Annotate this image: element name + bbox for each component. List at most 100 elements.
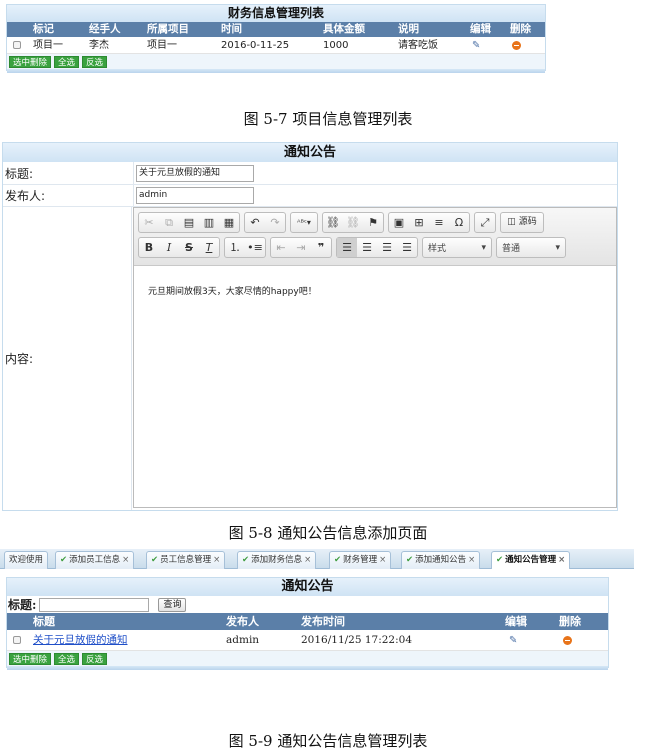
check-icon: ✔ bbox=[334, 555, 342, 565]
bulleted-list-icon[interactable]: •≡ bbox=[245, 238, 265, 257]
italic-icon[interactable]: I bbox=[159, 238, 179, 257]
blockquote-icon[interactable]: ❞ bbox=[311, 238, 331, 257]
cell-time: 2016-0-11-25 bbox=[221, 40, 290, 51]
title-input[interactable]: 关于元旦放假的通知 bbox=[136, 164, 254, 182]
row-checkbox[interactable] bbox=[13, 41, 21, 49]
col-delete: 删除 bbox=[510, 23, 531, 35]
tab-add-employee[interactable]: ✔ 添加员工信息 × bbox=[55, 551, 135, 569]
remove-format-icon[interactable]: T bbox=[199, 238, 219, 257]
spellcheck-icon[interactable]: ᴬᴮᶜ▾ bbox=[291, 213, 317, 232]
outdent-icon[interactable]: ⇤ bbox=[271, 238, 291, 257]
invert-selection-button[interactable]: 反选 bbox=[82, 56, 108, 68]
col-edit: 编辑 bbox=[470, 23, 491, 35]
figure-caption-5-7: 图 5-7 项目信息管理列表 bbox=[243, 110, 413, 128]
editor-toolbar: ✂ ⧉ ▤ ▥ ▦ ↶ ↷ ᴬᴮᶜ▾ ⛓ ⛓ ⚑ ▣ ⊞ ≡ Ω ⤢ ◫ 源码 … bbox=[134, 208, 616, 266]
col-time: 时间 bbox=[221, 23, 242, 35]
source-icon: ◫ bbox=[507, 217, 516, 227]
format-select[interactable]: 普通 ▾ bbox=[496, 237, 566, 258]
col-amount: 具体金额 bbox=[323, 23, 365, 35]
finance-list-panel: 财务信息管理列表 标记 经手人 所属项目 时间 具体金额 说明 编辑 删除 项目… bbox=[6, 4, 546, 73]
check-icon: ✔ bbox=[60, 555, 68, 565]
close-icon[interactable]: × bbox=[558, 555, 565, 565]
numbered-list-icon[interactable]: ⒈ bbox=[225, 238, 245, 257]
title-label: 标题: bbox=[3, 162, 134, 184]
action-bar: 选中删除 全选 反选 bbox=[7, 651, 608, 666]
notice-list-panel: 通知公告 标题: 查询 标题 发布人 发布时间 编辑 删除 关于元旦放假的通知 … bbox=[6, 577, 609, 670]
delete-circle-icon[interactable] bbox=[563, 635, 572, 645]
source-button[interactable]: ◫ 源码 bbox=[501, 213, 543, 232]
check-icon: ✔ bbox=[406, 555, 414, 565]
delete-selected-button[interactable]: 选中删除 bbox=[9, 56, 52, 68]
delete-selected-button[interactable]: 选中删除 bbox=[9, 653, 52, 665]
align-right-icon[interactable]: ☰ bbox=[377, 238, 397, 257]
tab-employee-manage[interactable]: ✔ 员工信息管理 × bbox=[146, 551, 226, 569]
panel-title: 财务信息管理列表 bbox=[7, 5, 545, 22]
search-input[interactable] bbox=[39, 597, 150, 612]
col-mark: 标记 bbox=[33, 23, 54, 35]
cell-note: 请客吃饭 bbox=[398, 40, 438, 51]
close-icon[interactable]: × bbox=[122, 555, 129, 565]
close-icon[interactable]: × bbox=[304, 555, 311, 565]
align-left-icon[interactable]: ☰ bbox=[337, 238, 357, 257]
link-icon[interactable]: ⛓ bbox=[323, 213, 343, 232]
tab-add-finance[interactable]: ✔ 添加财务信息 × bbox=[237, 551, 317, 569]
table-row: 项目一 李杰 项目一 2016-0-11-25 1000 请客吃饭 ✎ bbox=[7, 37, 545, 54]
tab-welcome[interactable]: 欢迎使用 bbox=[4, 551, 49, 569]
publisher-input[interactable]: admin bbox=[136, 187, 254, 204]
cell-handler: 李杰 bbox=[89, 40, 109, 51]
close-icon[interactable]: × bbox=[213, 555, 220, 565]
select-all-button[interactable]: 全选 bbox=[54, 653, 80, 665]
notice-add-form: 通知公告 标题: 关于元旦放假的通知 发布人: admin 内容: ✂ ⧉ ▤ … bbox=[2, 142, 618, 511]
tab-bar: 欢迎使用 ✔ 添加员工信息 × ✔ 员工信息管理 × ✔ 添加财务信息 × ✔ 财务管理 × ✔… bbox=[0, 549, 634, 569]
strike-icon[interactable]: S bbox=[179, 238, 199, 257]
tab-notice-manage[interactable]: ✔ 通知公告管理 × bbox=[491, 551, 571, 569]
table-row: 关于元旦放假的通知 admin 2016/11/25 17:22:04 ✎ bbox=[7, 630, 608, 651]
close-icon[interactable]: × bbox=[468, 555, 475, 565]
cell-mark: 项目一 bbox=[33, 40, 63, 51]
tab-add-notice[interactable]: ✔ 添加通知公告 × bbox=[401, 551, 481, 569]
publisher-label: 发布人: bbox=[3, 185, 134, 206]
cell-time: 2016/11/25 17:22:04 bbox=[301, 634, 413, 646]
maximize-icon[interactable]: ⤢ bbox=[475, 213, 495, 232]
row-checkbox[interactable] bbox=[13, 636, 21, 644]
check-icon: ✔ bbox=[151, 555, 159, 565]
check-icon: ✔ bbox=[242, 555, 250, 565]
action-bar: 选中删除 全选 反选 bbox=[7, 54, 545, 69]
redo-icon[interactable]: ↷ bbox=[265, 213, 285, 232]
search-label: 标题: bbox=[8, 598, 37, 612]
table-icon[interactable]: ⊞ bbox=[409, 213, 429, 232]
col-edit: 编辑 bbox=[505, 615, 527, 628]
cut-icon[interactable]: ✂ bbox=[139, 213, 159, 232]
unlink-icon[interactable]: ⛓ bbox=[343, 213, 363, 232]
delete-circle-icon[interactable] bbox=[512, 40, 521, 50]
paste-word-icon[interactable]: ▦ bbox=[219, 213, 239, 232]
copy-icon[interactable]: ⧉ bbox=[159, 213, 179, 232]
anchor-flag-icon[interactable]: ⚑ bbox=[363, 213, 383, 232]
notice-title-link[interactable]: 关于元旦放假的通知 bbox=[33, 634, 128, 646]
col-title: 标题 bbox=[33, 615, 55, 628]
justify-icon[interactable]: ☰ bbox=[397, 238, 417, 257]
paste-icon[interactable]: ▤ bbox=[179, 213, 199, 232]
editor-body[interactable]: 元旦期间放假3天，大家尽情的happy吧！ bbox=[134, 266, 616, 297]
align-center-icon[interactable]: ☰ bbox=[357, 238, 377, 257]
paste-text-icon[interactable]: ▥ bbox=[199, 213, 219, 232]
style-select[interactable]: 样式 ▾ bbox=[422, 237, 492, 258]
special-char-icon[interactable]: Ω bbox=[449, 213, 469, 232]
undo-icon[interactable]: ↶ bbox=[245, 213, 265, 232]
col-note: 说明 bbox=[398, 23, 419, 35]
search-button[interactable]: 查询 bbox=[158, 597, 187, 612]
col-publisher: 发布人 bbox=[226, 615, 259, 628]
indent-icon[interactable]: ⇥ bbox=[291, 238, 311, 257]
edit-pencil-icon[interactable]: ✎ bbox=[509, 630, 517, 650]
search-bar: 标题: 查询 bbox=[7, 596, 608, 613]
tab-finance-manage[interactable]: ✔ 财务管理 × bbox=[329, 551, 392, 569]
edit-pencil-icon[interactable]: ✎ bbox=[472, 37, 480, 53]
invert-selection-button[interactable]: 反选 bbox=[82, 653, 108, 665]
close-icon[interactable]: × bbox=[379, 555, 386, 565]
content-label: 内容: bbox=[3, 207, 132, 510]
bold-icon[interactable]: B bbox=[139, 238, 159, 257]
horizontal-rule-icon[interactable]: ≡ bbox=[429, 213, 449, 232]
select-all-button[interactable]: 全选 bbox=[54, 56, 80, 68]
table-header: 标题 发布人 发布时间 编辑 删除 bbox=[7, 613, 608, 630]
image-icon[interactable]: ▣ bbox=[389, 213, 409, 232]
